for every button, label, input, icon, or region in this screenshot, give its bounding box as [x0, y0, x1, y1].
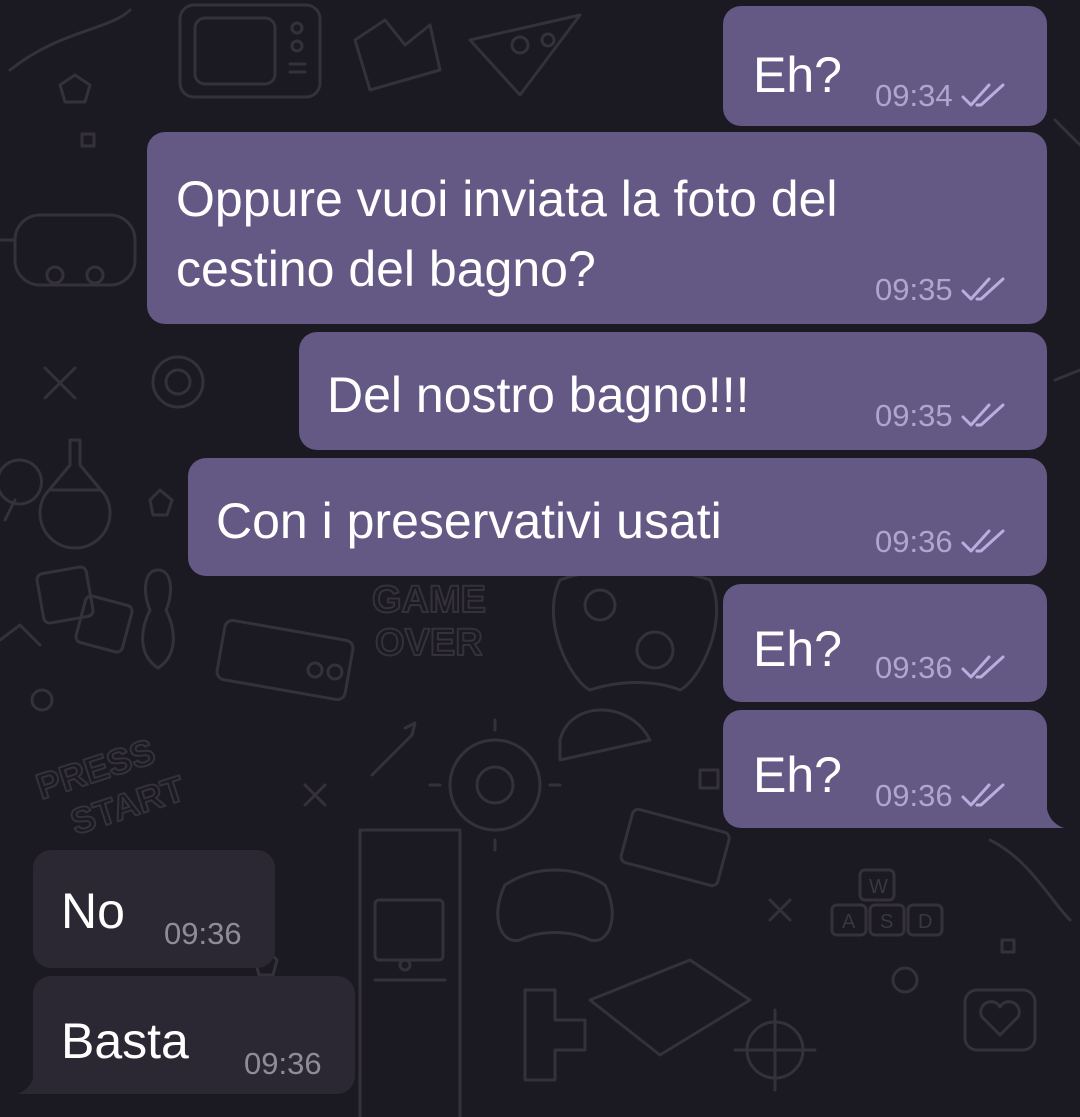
message-meta: 09:36	[244, 1046, 322, 1082]
gear-doodle	[448, 738, 542, 832]
message-meta: 09:35	[875, 272, 1009, 308]
bubble-tail	[17, 1066, 35, 1094]
gamepad-doodle	[215, 618, 355, 702]
incoming-message[interactable]: Basta 09:36	[33, 976, 355, 1094]
arcade-cabinet-doodle	[358, 828, 462, 1117]
game-text-doodle: GAME	[372, 579, 486, 621]
controller-doodle	[551, 567, 719, 692]
cap-doodle	[558, 708, 652, 762]
double-check-icon	[961, 529, 1005, 553]
tv-doodle	[178, 3, 322, 99]
message-time: 09:36	[164, 916, 242, 951]
message-meta: 09:35	[875, 398, 1009, 434]
outgoing-message[interactable]: Eh? 09:36	[723, 710, 1047, 828]
double-check-icon	[961, 83, 1005, 107]
double-check-icon	[961, 403, 1005, 427]
message-meta: 09:36	[875, 778, 1009, 814]
svg-text:W: W	[869, 876, 888, 898]
message-text: Basta	[61, 1013, 189, 1069]
xbox-controller-doodle	[496, 868, 614, 942]
outgoing-message[interactable]: Eh? 09:34	[723, 6, 1047, 126]
svg-text:D: D	[918, 911, 932, 933]
tetromino-doodle	[523, 988, 587, 1082]
double-check-icon	[961, 655, 1005, 679]
message-text: Eh?	[753, 47, 842, 103]
bowling-pin-doodle	[141, 568, 175, 670]
heart-doodle	[963, 988, 1037, 1052]
message-text-line2: cestino del bagno?	[176, 241, 596, 297]
message-text: Del nostro bagno!!!	[327, 367, 750, 423]
message-time: 09:36	[875, 650, 953, 685]
outgoing-message[interactable]: Eh? 09:36	[723, 584, 1047, 702]
message-text-line1: Oppure vuoi inviata la foto del	[176, 171, 838, 227]
outgoing-message[interactable]: Del nostro bagno!!! 09:35	[299, 332, 1047, 450]
potion-doodle	[38, 438, 112, 550]
star-doodle	[58, 73, 92, 104]
over-text-doodle: OVER	[375, 622, 483, 664]
double-check-icon	[961, 277, 1005, 301]
vr-headset-doodle	[0, 213, 137, 287]
message-time: 09:36	[875, 524, 953, 559]
billiard-ball-doodle	[151, 355, 205, 409]
incoming-message[interactable]: No 09:36	[33, 850, 275, 968]
cassette-doodle	[619, 807, 731, 888]
outgoing-message[interactable]: Con i preservativi usati 09:36	[188, 458, 1047, 576]
console-doodle	[588, 958, 752, 1057]
message-meta: 09:36	[164, 916, 242, 952]
double-check-icon	[961, 783, 1005, 807]
crown-doodle	[353, 18, 442, 92]
message-time: 09:35	[875, 398, 953, 433]
message-text: No	[61, 883, 125, 939]
message-text: Eh?	[753, 621, 842, 677]
message-time: 09:34	[875, 78, 953, 113]
message-text: Eh?	[753, 747, 842, 803]
bubble-tail	[1046, 800, 1064, 828]
message-time: 09:36	[244, 1046, 322, 1081]
message-meta: 09:36	[875, 524, 1009, 560]
svg-text:S: S	[880, 911, 893, 933]
message-time: 09:36	[875, 778, 953, 813]
svg-text:A: A	[842, 911, 856, 933]
message-meta: 09:34	[875, 78, 1009, 114]
message-text: Con i preservativi usati	[216, 493, 722, 549]
message-meta: 09:36	[875, 650, 1009, 686]
pizza-doodle	[468, 13, 582, 97]
outgoing-message[interactable]: Oppure vuoi inviata la foto del cestino …	[147, 132, 1047, 324]
message-time: 09:35	[875, 272, 953, 307]
dice-doodle	[35, 565, 134, 654]
